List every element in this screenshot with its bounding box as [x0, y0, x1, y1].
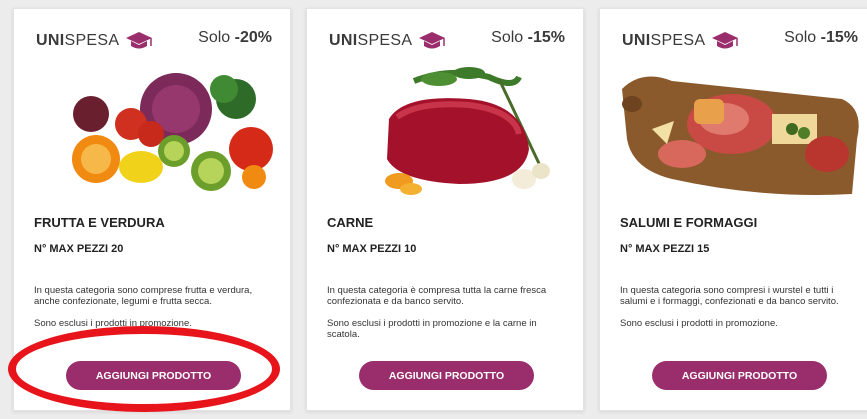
add-product-button[interactable]: AGGIUNGI PRODOTTO — [652, 361, 827, 390]
max-pieces-label: N° MAX PEZZI 15 — [620, 243, 710, 255]
graduation-cap-icon — [419, 32, 446, 49]
category-title: FRUTTA E VERDURA — [34, 215, 165, 230]
unispesa-logo: UNISPESA — [329, 31, 446, 51]
discount-label: Solo -20% — [198, 29, 272, 46]
max-pieces-label: N° MAX PEZZI 20 — [34, 243, 124, 255]
graduation-cap-icon — [712, 32, 739, 49]
unispesa-logo: UNISPESA — [622, 31, 739, 51]
discount-label: Solo -15% — [784, 29, 858, 46]
category-description: In questa categoria sono compresi i wurs… — [620, 285, 839, 329]
category-title: CARNE — [327, 215, 374, 230]
add-product-button[interactable]: AGGIUNGI PRODOTTO — [66, 361, 241, 390]
cured-meats-cheese-image — [612, 59, 866, 199]
discount-label: Solo -15% — [491, 29, 565, 46]
graduation-cap-icon — [126, 32, 153, 49]
product-category-cards: UNISPESA Solo -20% FRUTTA E VERDURA N° M… — [0, 0, 867, 419]
unispesa-logo: UNISPESA — [36, 31, 153, 51]
category-card-salumi-formaggi: UNISPESA Solo -15% SALUMI E FORMAGGI N° … — [599, 8, 867, 411]
meat-image — [319, 59, 573, 199]
category-card-frutta-verdura: UNISPESA Solo -20% FRUTTA E VERDURA N° M… — [13, 8, 291, 411]
max-pieces-label: N° MAX PEZZI 10 — [327, 243, 417, 255]
add-product-button[interactable]: AGGIUNGI PRODOTTO — [359, 361, 534, 390]
category-card-carne: UNISPESA Solo -15% CARNE N° MAX PEZZI 10… — [306, 8, 584, 411]
category-description: In questa categoria sono comprese frutta… — [34, 285, 253, 329]
category-description: In questa categoria è compresa tutta la … — [327, 285, 547, 340]
fruit-vegetables-image — [26, 59, 280, 199]
category-title: SALUMI E FORMAGGI — [620, 215, 758, 230]
